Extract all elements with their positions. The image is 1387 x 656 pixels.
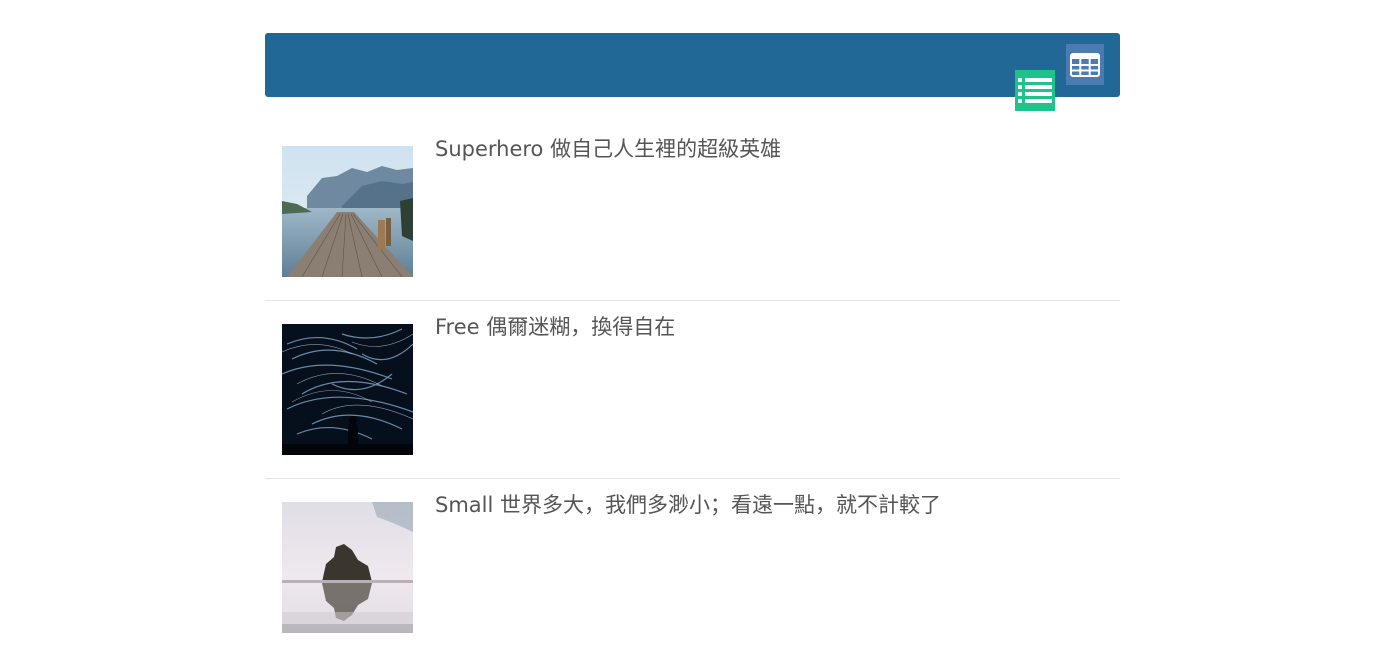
- item-title[interactable]: Superhero 做自己人生裡的超級英雄: [435, 137, 781, 162]
- view-toolbar: [265, 33, 1120, 111]
- item-title[interactable]: Small 世界多大，我們多渺小；看遠一點，就不計較了: [435, 493, 941, 518]
- list-item[interactable]: Superhero 做自己人生裡的超級英雄: [265, 123, 1120, 301]
- grid-icon: [1070, 52, 1100, 77]
- list-item[interactable]: Free 偶爾迷糊，換得自在: [265, 301, 1120, 479]
- thumbnail-lake-pier[interactable]: [282, 146, 413, 277]
- thumbnail-rock-island[interactable]: [282, 502, 413, 633]
- thumbnail-star-trails[interactable]: [282, 324, 413, 455]
- list-item[interactable]: Small 世界多大，我們多渺小；看遠一點，就不計較了: [265, 479, 1120, 656]
- list-view-button[interactable]: [1015, 70, 1055, 111]
- article-list: Superhero 做自己人生裡的超級英雄 Free 偶爾迷糊，換得自在 Sma…: [265, 123, 1120, 656]
- item-title[interactable]: Free 偶爾迷糊，換得自在: [435, 315, 675, 340]
- list-icon: [1018, 76, 1052, 106]
- main-container: Superhero 做自己人生裡的超級英雄 Free 偶爾迷糊，換得自在 Sma…: [265, 33, 1120, 656]
- grid-view-button[interactable]: [1066, 44, 1104, 85]
